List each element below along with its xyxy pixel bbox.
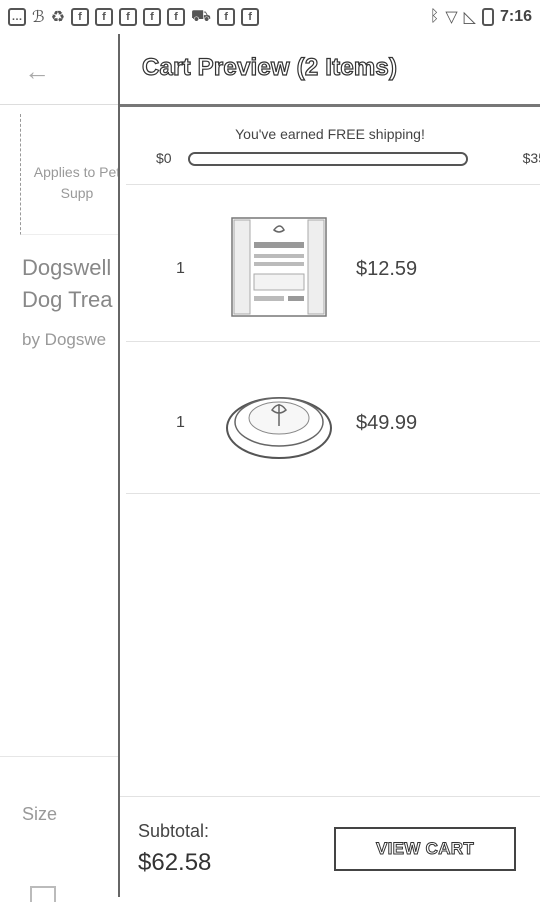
divider xyxy=(126,184,540,185)
size-label: Size xyxy=(22,804,58,824)
notification-icons: … ℬ ♻ f f f f f ⛟ f f xyxy=(8,7,260,27)
cart-footer: Subtotal: $62.58 VIEW CART xyxy=(120,796,540,898)
item-quantity: 1 xyxy=(176,414,185,431)
cart-item[interactable]: 1 $12.59 xyxy=(120,192,540,342)
battery-icon xyxy=(481,8,494,26)
shipping-progress-bar xyxy=(188,152,468,166)
shipping-min-label: $0 xyxy=(156,150,172,166)
subtotal-value: $62.58 xyxy=(138,849,212,876)
product-image-caption: Applies to Pet Supp xyxy=(33,164,121,201)
facebook-icon: f xyxy=(241,8,260,26)
shipping-max-label: $35 xyxy=(522,150,540,166)
facebook-icon: f xyxy=(70,8,89,26)
back-arrow-icon[interactable]: ← xyxy=(24,56,50,87)
status-bar: … ℬ ♻ f f f f f ⛟ f f ᛒ ▽ ◺ 7:16 xyxy=(0,0,540,34)
free-shipping-message: You've earned FREE shipping! xyxy=(235,126,425,142)
product-title-line2: Dog Trea xyxy=(22,287,113,312)
product-page-header: ← xyxy=(0,34,120,105)
cart-title: Cart Preview (2 Items) xyxy=(141,53,398,81)
item-price: $12.59 xyxy=(356,258,418,280)
car-icon: ⛟ xyxy=(190,8,212,25)
shipping-progress-fill xyxy=(190,154,466,164)
system-icons: ᛒ ▽ ◺ 7:16 xyxy=(430,7,532,27)
shipping-progress: $0 $35 xyxy=(156,150,540,170)
subtotal-label: Subtotal: xyxy=(138,821,210,841)
product-page-background: ← Applies to Pet Supp Dogswell Dog Trea … xyxy=(0,34,141,902)
facebook-icon: f xyxy=(166,8,185,26)
facebook-icon: f xyxy=(118,8,137,26)
cart-header: Cart Preview (2 Items) xyxy=(120,34,540,107)
recycle-icon: ♻ xyxy=(50,9,65,26)
product-byline: by Dogswe xyxy=(22,330,107,349)
divider xyxy=(126,341,540,342)
no-signal-icon: ◺ xyxy=(463,9,476,26)
dog-treats-bag-image xyxy=(231,217,327,317)
bluetooth-icon: ᛒ xyxy=(429,8,440,25)
folder-icon xyxy=(30,886,56,902)
item-quantity: 1 xyxy=(176,260,185,277)
wifi-icon: ▽ xyxy=(445,9,458,26)
facebook-icon: f xyxy=(142,8,161,26)
divider xyxy=(0,756,120,757)
cart-item[interactable]: 1 $49.99 xyxy=(120,346,540,496)
facebook-icon: f xyxy=(217,8,236,26)
item-price: $49.99 xyxy=(356,412,418,434)
facebook-icon: f xyxy=(94,8,113,26)
round-pet-bed-image xyxy=(226,397,332,459)
product-title: Dogswell Dog Trea xyxy=(22,252,113,316)
b-app-icon: ℬ xyxy=(32,9,45,26)
divider xyxy=(126,493,540,494)
chat-bubble-icon: … xyxy=(8,8,26,26)
view-cart-button[interactable]: VIEW CART xyxy=(334,827,516,871)
clock: 7:16 xyxy=(499,8,532,25)
cart-preview-panel: Cart Preview (2 Items) You've earned FRE… xyxy=(118,34,540,897)
product-title-line1: Dogswell xyxy=(22,255,112,280)
